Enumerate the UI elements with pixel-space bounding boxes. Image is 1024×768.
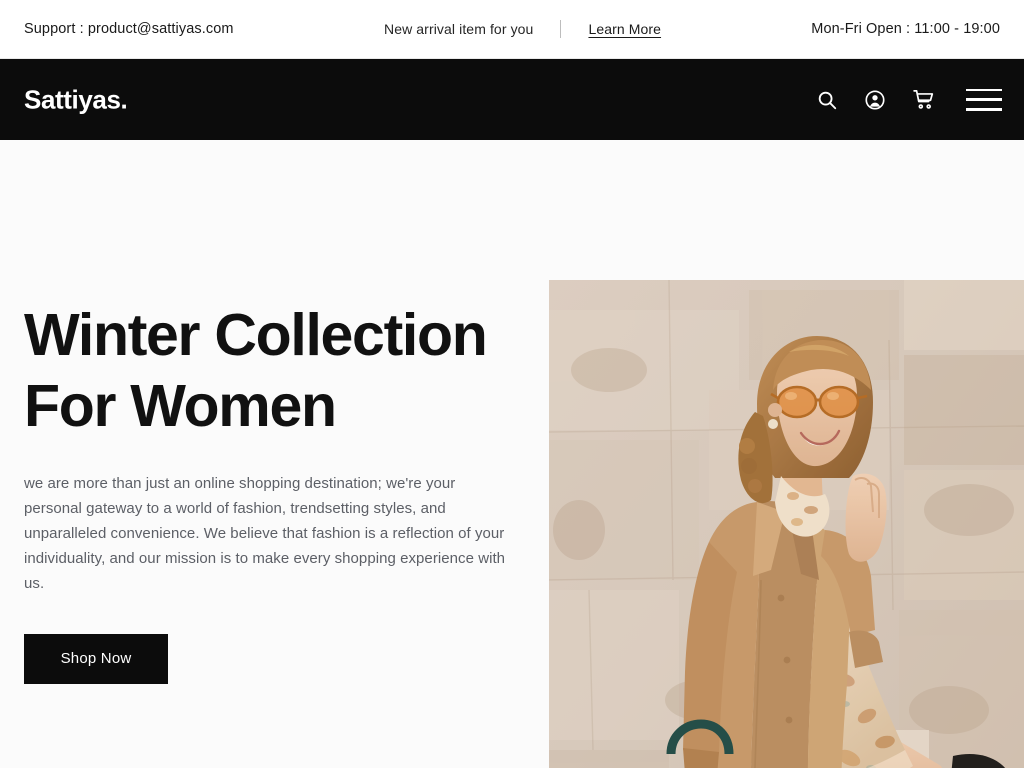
promo-text: New arrival item for you — [384, 21, 534, 37]
announcement-bar: Support : product@sattiyas.com New arriv… — [0, 0, 1024, 59]
learn-more-link[interactable]: Learn More — [588, 21, 661, 37]
vertical-divider — [560, 20, 562, 38]
brand-logo[interactable]: Sattiyas. — [24, 84, 128, 115]
hero-section: Winter Collection For Women we are more … — [0, 140, 1024, 768]
hero-description: we are more than just an online shopping… — [24, 474, 506, 592]
menu-line-3 — [966, 108, 1002, 111]
hero-title-line-1: Winter Collection — [24, 302, 488, 368]
page-title: Winter Collection For Women — [24, 300, 524, 443]
hero-title-line-2: For Women — [24, 373, 337, 440]
search-icon[interactable] — [814, 87, 840, 113]
menu-line-2 — [966, 98, 1002, 101]
promo-group: New arrival item for you Learn More — [384, 20, 661, 38]
fashion-model-photo — [549, 280, 1024, 768]
opening-hours-text: Mon-Fri Open : 11:00 - 19:00 — [811, 21, 1000, 37]
header-actions — [814, 87, 1002, 113]
shop-now-button[interactable]: Shop Now — [24, 633, 168, 684]
hero-image — [549, 280, 1024, 768]
menu-icon[interactable] — [966, 88, 1002, 111]
hero-copy-block: Winter Collection For Women we are more … — [24, 300, 524, 684]
site-header: Sattiyas. — [0, 59, 1024, 140]
menu-line-1 — [966, 88, 1002, 91]
cart-icon[interactable] — [910, 87, 936, 113]
account-icon[interactable] — [862, 87, 888, 113]
support-email-text: Support : product@sattiyas.com — [24, 21, 234, 37]
homepage-root: Support : product@sattiyas.com New arriv… — [0, 0, 1024, 768]
